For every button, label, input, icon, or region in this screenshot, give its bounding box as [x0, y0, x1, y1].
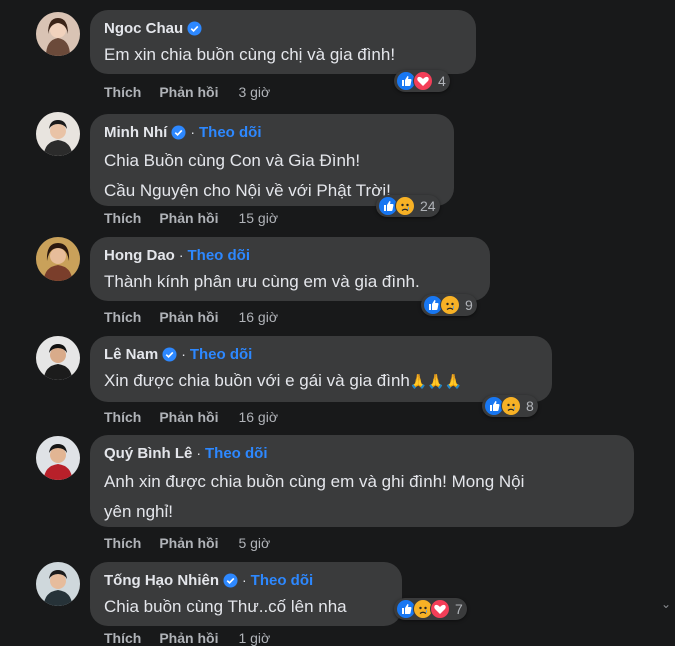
separator-dot: ·	[242, 572, 247, 588]
comment-bubble: Tống Hạo Nhiên · Theo dõi Chia buồn cùng…	[90, 562, 402, 626]
reply-button[interactable]: Phản hồi	[159, 309, 218, 325]
follow-button[interactable]: Theo dõi	[205, 445, 268, 462]
follow-button[interactable]: Theo dõi	[251, 572, 314, 589]
reaction-count: 9	[465, 297, 473, 313]
timestamp[interactable]: 1 giờ	[238, 630, 270, 646]
avatar[interactable]	[36, 562, 80, 606]
reply-button[interactable]: Phản hồi	[159, 630, 218, 646]
reaction-summary[interactable]: 7	[394, 598, 467, 620]
separator-dot: ·	[196, 445, 202, 461]
avatar[interactable]	[36, 436, 80, 480]
sad-icon	[501, 396, 521, 416]
comment-text: Xin được chia buồn với e gái và gia đình…	[104, 368, 538, 394]
love-icon	[413, 71, 433, 91]
follow-button[interactable]: Theo dõi	[190, 346, 253, 363]
sad-icon	[440, 295, 460, 315]
comment-bubble: Lê Nam · Theo dõi Xin được chia buồn với…	[90, 336, 552, 402]
love-icon	[430, 599, 450, 619]
pray-emoji: 🙏🙏🙏	[409, 373, 463, 389]
scroll-down-icon[interactable]: ⌄	[661, 597, 671, 611]
author-name[interactable]: Tống Hạo Nhiên	[104, 572, 219, 589]
comment-actions: Thích Phản hồi 16 giờ	[104, 309, 278, 325]
reaction-summary[interactable]: 24	[376, 195, 440, 217]
timestamp[interactable]: 16 giờ	[238, 409, 278, 425]
follow-button[interactable]: Theo dõi	[199, 124, 262, 141]
timestamp[interactable]: 16 giờ	[238, 309, 278, 325]
reaction-summary[interactable]: 9	[421, 294, 477, 316]
reaction-summary[interactable]: 4	[394, 70, 450, 92]
comment-actions: Thích Phản hồi 16 giờ	[104, 409, 278, 425]
reaction-count: 8	[526, 398, 534, 414]
like-button[interactable]: Thích	[104, 210, 141, 226]
author-name[interactable]: Ngoc Chau	[104, 20, 183, 37]
like-button[interactable]: Thích	[104, 409, 141, 425]
like-button[interactable]: Thích	[104, 84, 141, 100]
like-button[interactable]: Thích	[104, 630, 141, 646]
like-button[interactable]: Thích	[104, 535, 141, 551]
comment-text: Chia Buồn cùng Con và Gia Đình!	[104, 151, 361, 170]
verified-badge-icon	[162, 346, 177, 362]
comment-text: Chia buồn cùng Thư..cố lên nha	[104, 597, 347, 616]
comment-actions: Thích Phản hồi 5 giờ	[104, 535, 270, 551]
author-name[interactable]: Lê Nam	[104, 346, 158, 363]
reply-button[interactable]: Phản hồi	[159, 535, 218, 551]
like-button[interactable]: Thích	[104, 309, 141, 325]
comment-text: Anh xin được chia buồn cùng em và ghi đì…	[104, 472, 525, 491]
follow-button[interactable]: Theo dõi	[188, 247, 251, 264]
reaction-count: 4	[438, 73, 446, 89]
comment-bubble: Ngoc Chau Em xin chia buồn cùng chị và g…	[90, 10, 476, 74]
author-name[interactable]: Quý Bình Lê	[104, 445, 192, 462]
avatar[interactable]	[36, 336, 80, 380]
timestamp[interactable]: 5 giờ	[238, 535, 270, 551]
comment-bubble: Minh Nhí · Theo dõi Chia Buồn cùng Con v…	[90, 114, 454, 206]
comment-actions: Thích Phản hồi 1 giờ	[104, 630, 270, 646]
comment-actions: Thích Phản hồi 15 giờ	[104, 210, 278, 226]
timestamp[interactable]: 3 giờ	[238, 84, 270, 100]
reply-button[interactable]: Phản hồi	[159, 84, 218, 100]
separator-dot: ·	[190, 124, 195, 140]
verified-badge-icon	[171, 124, 186, 140]
comment-bubble: Hong Dao · Theo dõi Thành kính phân ưu c…	[90, 237, 490, 301]
reply-button[interactable]: Phản hồi	[159, 210, 218, 226]
comment-text: yên nghỉ!	[104, 502, 173, 521]
verified-badge-icon	[223, 572, 238, 588]
separator-dot: ·	[181, 346, 186, 362]
separator-dot: ·	[178, 247, 184, 263]
reply-button[interactable]: Phản hồi	[159, 409, 218, 425]
comment-bubble: Quý Bình Lê · Theo dõi Anh xin được chia…	[90, 435, 634, 527]
comment-text-body: Xin được chia buồn với e gái và gia đình	[104, 371, 410, 390]
reaction-count: 24	[420, 198, 436, 214]
timestamp[interactable]: 15 giờ	[238, 210, 278, 226]
avatar[interactable]	[36, 237, 80, 281]
author-name[interactable]: Minh Nhí	[104, 124, 167, 141]
verified-badge-icon	[187, 20, 202, 36]
comment-actions: Thích Phản hồi 3 giờ	[104, 84, 270, 100]
comment-text: Em xin chia buồn cùng chị và gia đình!	[104, 45, 396, 64]
comment-text: Thành kính phân ưu cùng em và gia đình.	[104, 272, 420, 291]
author-name[interactable]: Hong Dao	[104, 247, 175, 264]
avatar[interactable]	[36, 12, 80, 56]
sad-icon	[395, 196, 415, 216]
avatar[interactable]	[36, 112, 80, 156]
reaction-count: 7	[455, 601, 463, 617]
reaction-summary[interactable]: 8	[482, 395, 538, 417]
